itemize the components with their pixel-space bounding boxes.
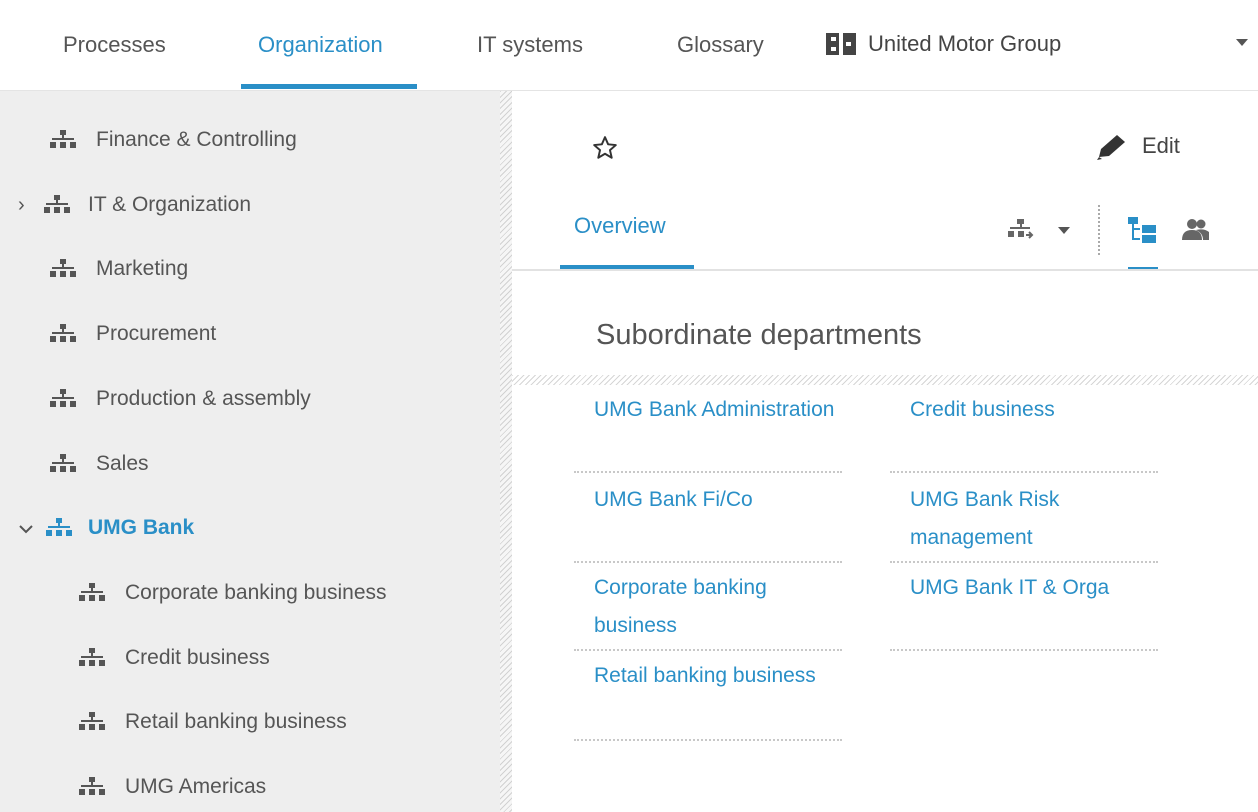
star-icon[interactable]	[592, 135, 618, 161]
dept-link-umg-bank-it-orga[interactable]: UMG Bank IT & Orga	[890, 569, 1158, 651]
org-chart-icon	[50, 259, 76, 277]
group-selector-label: United Motor Group	[868, 31, 1062, 56]
section-title: Subordinate departments	[596, 319, 922, 351]
tab-glossary[interactable]: Glossary	[677, 30, 764, 60]
sidebar-item-label: Retail banking business	[125, 710, 347, 733]
org-chart-icon	[79, 648, 105, 666]
chevron-right-icon[interactable]: ›	[18, 189, 25, 221]
dept-link-label: UMG Bank IT & Orga	[910, 576, 1110, 599]
org-chart-icon	[50, 454, 76, 472]
chevron-down-icon[interactable]	[1236, 39, 1248, 46]
sidebar-item-label: Sales	[96, 452, 149, 475]
building-icon	[826, 33, 856, 55]
toolbar-divider	[1098, 205, 1100, 255]
tab-overview[interactable]: Overview	[574, 211, 666, 241]
org-chart-icon	[79, 777, 105, 795]
main-panel: Edit Overview Subordinate departments UM…	[512, 91, 1258, 812]
tabs-divider	[512, 269, 1258, 271]
org-chart-icon	[50, 130, 76, 148]
top-navigation: Processes Organization IT systems Glossa…	[0, 0, 1258, 91]
sidebar-item-label: UMG Bank	[88, 516, 195, 539]
dept-link-credit-business[interactable]: Credit business	[890, 391, 1158, 473]
dept-link-label: Credit business	[910, 398, 1055, 421]
dept-link-umg-bank-risk-management[interactable]: UMG Bank Risk management	[890, 481, 1158, 563]
edit-label: Edit	[1142, 133, 1180, 158]
dept-link-label: Retail banking business	[594, 664, 816, 687]
sidebar-item-label: Credit business	[125, 646, 270, 669]
chevron-down-icon[interactable]	[18, 523, 34, 535]
dept-link-corporate-banking-business[interactable]: Corporate banking business	[574, 569, 842, 651]
active-tab-indicator	[241, 84, 417, 89]
sidebar-tree: Finance & Controlling › IT & Organizatio…	[0, 91, 500, 812]
sidebar-item-label: Marketing	[96, 257, 189, 280]
org-chart-icon	[50, 324, 76, 342]
dept-link-retail-banking-business[interactable]: Retail banking business	[574, 657, 842, 741]
org-chart-icon	[46, 518, 72, 536]
org-chart-icon	[79, 712, 105, 730]
sidebar-item-label: Finance & Controlling	[96, 128, 297, 151]
dept-link-label: UMG Bank Fi/Co	[594, 488, 753, 511]
tab-processes[interactable]: Processes	[63, 30, 166, 60]
pencil-icon	[1097, 135, 1125, 160]
section-divider	[512, 375, 1258, 385]
sidebar-item-label: Production & assembly	[96, 387, 311, 410]
people-icon[interactable]	[1182, 218, 1210, 242]
dept-link-label: UMG Bank Administration	[594, 398, 835, 421]
dept-link-label: Corporate banking business	[594, 576, 767, 637]
chevron-down-icon[interactable]	[1058, 227, 1070, 234]
sidebar-item-label: UMG Americas	[125, 775, 267, 798]
org-chart-icon	[79, 583, 105, 601]
dept-link-umg-bank-fi-co[interactable]: UMG Bank Fi/Co	[574, 481, 842, 563]
sidebar-item-label: IT & Organization	[88, 193, 252, 216]
org-chart-icon[interactable]	[1008, 219, 1034, 241]
sidebar-item-label: Procurement	[96, 322, 217, 345]
sidebar-resize-handle[interactable]	[500, 91, 512, 812]
tab-it-systems[interactable]: IT systems	[477, 30, 583, 60]
org-chart-icon	[50, 389, 76, 407]
org-chart-icon	[44, 195, 70, 213]
tree-view-icon[interactable]	[1128, 217, 1158, 243]
sidebar-item-label: Corporate banking business	[125, 581, 387, 604]
dept-link-umg-bank-administration[interactable]: UMG Bank Administration	[574, 391, 842, 473]
tab-organization[interactable]: Organization	[258, 30, 383, 60]
dept-link-label: UMG Bank Risk management	[910, 488, 1060, 549]
